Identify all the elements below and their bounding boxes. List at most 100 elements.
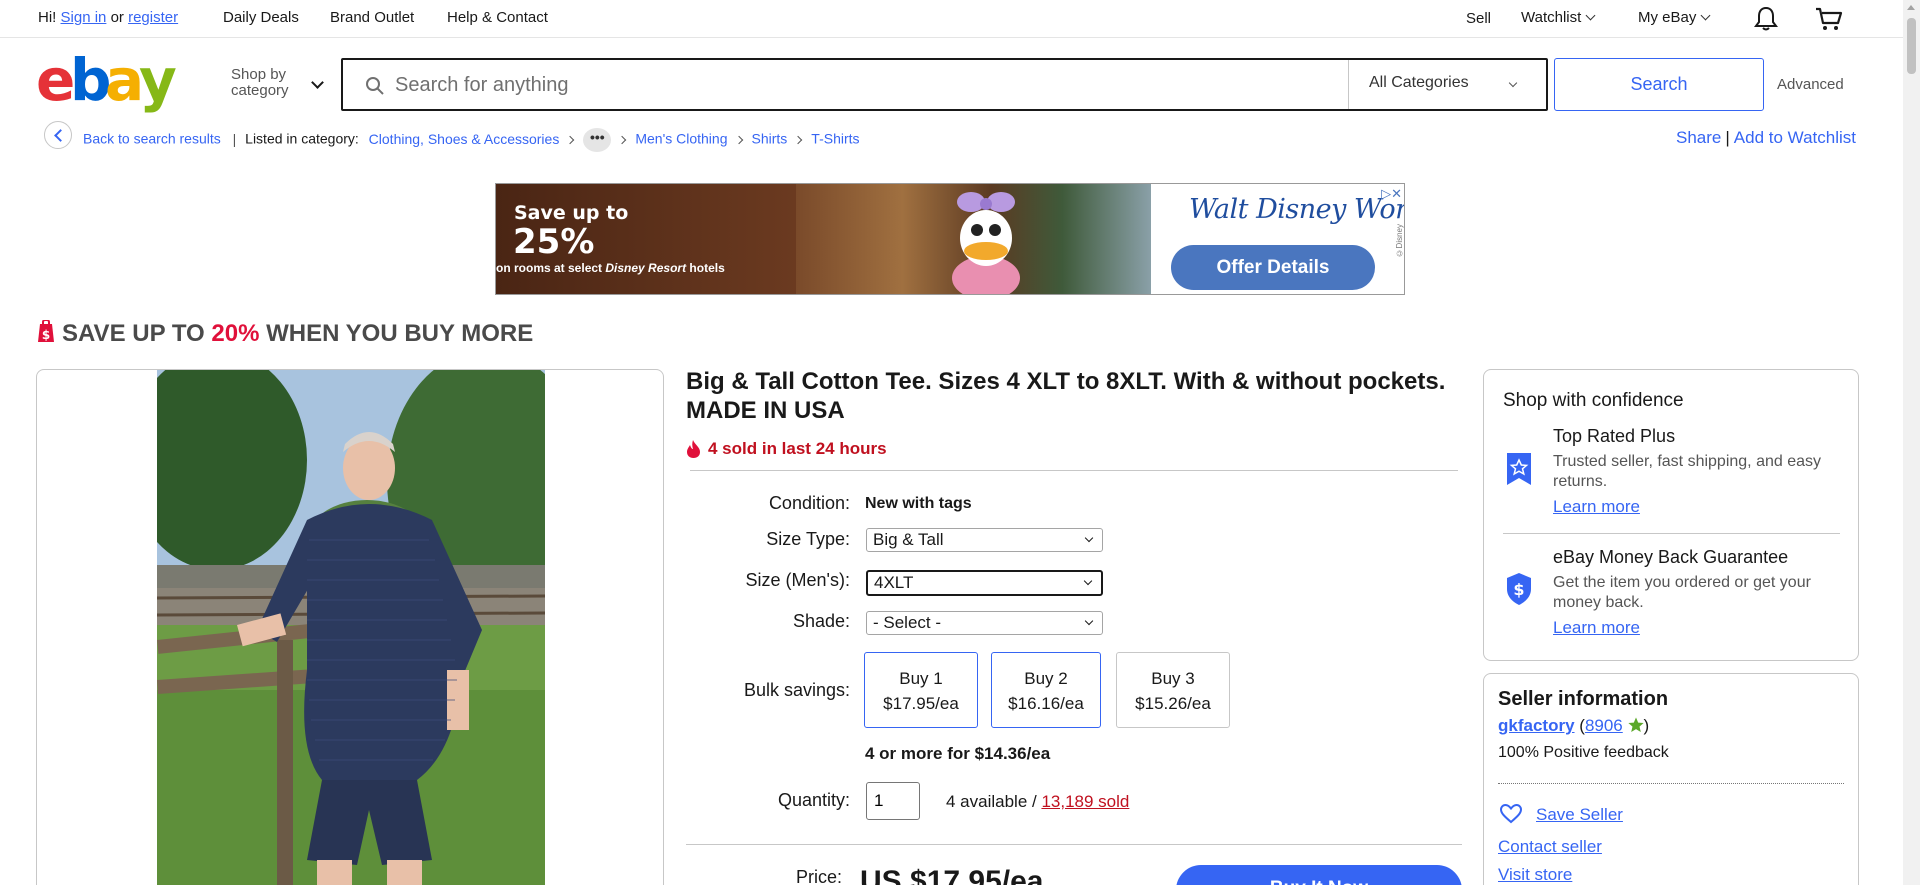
add-to-watchlist-link[interactable]: Add to Watchlist xyxy=(1734,128,1856,147)
save-seller-link[interactable]: Save Seller xyxy=(1536,805,1623,825)
heart-icon[interactable] xyxy=(1500,804,1522,824)
advertisement-banner[interactable]: Save up to 25% on rooms at select Disney… xyxy=(495,183,1405,295)
greeting: Hi! Sign in or register xyxy=(38,9,178,26)
brand-outlet-link[interactable]: Brand Outlet xyxy=(330,9,414,26)
category-select[interactable]: All Categories xyxy=(1348,60,1546,109)
help-contact-link[interactable]: Help & Contact xyxy=(447,9,548,26)
separator: | xyxy=(232,130,237,147)
ad-right-panel: Walt Disney World. Offer Details ▷✕ ©Dis… xyxy=(1151,184,1405,294)
confidence-title: Shop with confidence xyxy=(1503,390,1684,411)
share-link[interactable]: Share xyxy=(1676,128,1721,147)
search-bar: All Categories xyxy=(341,58,1548,111)
share-watchlist-links: Share | Add to Watchlist xyxy=(1676,128,1856,148)
back-to-results-link[interactable]: Back to search results xyxy=(83,131,221,147)
shop-by-category-button[interactable]: Shop by category xyxy=(231,67,289,99)
walt-disney-world-logo: Walt Disney World. xyxy=(1189,194,1405,225)
seller-title: Seller information xyxy=(1498,688,1669,710)
product-photo[interactable] xyxy=(157,370,545,885)
register-link[interactable]: register xyxy=(128,9,178,26)
svg-text:a: a xyxy=(105,52,140,114)
bulk-qty: Buy 2 xyxy=(1024,669,1068,688)
chevron-down-icon xyxy=(1084,533,1094,543)
learn-more-link[interactable]: Learn more xyxy=(1553,618,1640,638)
chevron-down-icon xyxy=(1508,78,1518,88)
back-button[interactable] xyxy=(44,121,72,149)
size-select[interactable]: 4XLT xyxy=(866,570,1103,596)
bulk-price: $17.95/ea xyxy=(883,694,959,713)
dotted-divider xyxy=(1498,783,1844,784)
divider xyxy=(690,470,1458,471)
ad-fine-print-c: hotels xyxy=(686,261,725,275)
shield-dollar-icon: $ xyxy=(1507,573,1531,605)
size-type-value: Big & Tall xyxy=(873,530,944,549)
ad-save-text: Save up to xyxy=(514,202,629,224)
watchlist-menu[interactable]: Watchlist xyxy=(1521,9,1596,26)
sold-count-link[interactable]: 13,189 sold xyxy=(1041,792,1129,811)
price-tag-icon: $ xyxy=(38,320,54,342)
sell-link[interactable]: Sell xyxy=(1466,10,1491,27)
scrollbar-thumb[interactable] xyxy=(1907,18,1916,74)
top-rated-badge-icon xyxy=(1507,453,1531,485)
cart-icon[interactable] xyxy=(1815,6,1843,32)
more-categories-button[interactable]: ••• xyxy=(583,128,612,152)
daily-deals-link[interactable]: Daily Deals xyxy=(223,9,299,26)
bell-icon[interactable] xyxy=(1754,6,1778,32)
promo-percent: 20% xyxy=(211,320,260,347)
recent-sales-badge: 4 sold in last 24 hours xyxy=(686,439,887,459)
money-back-text: Get the item you ordered or get your mon… xyxy=(1553,574,1811,611)
watchlist-label: Watchlist xyxy=(1521,9,1582,26)
divider xyxy=(686,844,1462,845)
contact-seller-link[interactable]: Contact seller xyxy=(1498,837,1602,857)
advanced-search-link[interactable]: Advanced xyxy=(1777,76,1844,93)
shade-label: Shade: xyxy=(792,611,850,631)
buy-it-now-button[interactable]: Buy It Now xyxy=(1176,865,1462,885)
quantity-input[interactable] xyxy=(866,782,920,820)
search-input[interactable] xyxy=(395,72,1295,98)
seller-name-link[interactable]: gkfactory xyxy=(1498,716,1575,735)
ad-fine-print: on rooms at select Disney Resort hotels xyxy=(496,261,725,275)
feedback-score-link[interactable]: 8906 xyxy=(1585,716,1623,735)
my-ebay-menu[interactable]: My eBay xyxy=(1638,9,1711,26)
product-image-panel[interactable] xyxy=(36,369,664,885)
shade-value: - Select - xyxy=(873,613,942,632)
condition-label: Condition: xyxy=(768,493,850,513)
offer-details-button[interactable]: Offer Details xyxy=(1171,245,1375,290)
sign-in-link[interactable]: Sign in xyxy=(61,9,107,26)
chevron-down-icon[interactable] xyxy=(311,76,324,89)
breadcrumb-item-t-shirts[interactable]: T-Shirts xyxy=(811,131,859,147)
or-text: or xyxy=(110,9,124,26)
paren-close: ) xyxy=(1643,716,1650,735)
bulk-option-buy-1[interactable]: Buy 1 $17.95/ea xyxy=(864,652,978,728)
bulk-price: $15.26/ea xyxy=(1135,694,1211,713)
bulk-qty: Buy 3 xyxy=(1151,669,1195,688)
availability: 4 available / 13,189 sold xyxy=(946,792,1129,812)
recent-sales-text: 4 sold in last 24 hours xyxy=(708,439,887,458)
page-scrollbar[interactable] xyxy=(1903,0,1920,885)
visit-store-link[interactable]: Visit store xyxy=(1498,865,1572,885)
svg-text:b: b xyxy=(70,52,109,114)
size-type-select[interactable]: Big & Tall xyxy=(866,528,1103,552)
search-button[interactable]: Search xyxy=(1554,58,1764,111)
chevron-right-icon xyxy=(734,135,743,144)
breadcrumb-item-shirts[interactable]: Shirts xyxy=(752,131,788,147)
seller-information-panel: Seller information gkfactory (8906 ) 100… xyxy=(1483,673,1859,885)
scroll-up-arrow-icon[interactable] xyxy=(1907,5,1915,10)
bulk-option-buy-3[interactable]: Buy 3 $15.26/ea xyxy=(1116,652,1230,728)
divider xyxy=(1503,533,1840,534)
shop-by-line2: category xyxy=(231,82,289,99)
promo-pre: SAVE UP TO xyxy=(62,320,212,347)
daisy-duck-image xyxy=(952,192,1020,294)
condition-value: New with tags xyxy=(865,495,972,512)
shade-select[interactable]: - Select - xyxy=(866,611,1103,635)
adchoices-icon[interactable]: ▷✕ xyxy=(1381,186,1402,202)
shop-with-confidence-panel: Shop with confidence Top Rated Plus Trus… xyxy=(1483,369,1859,661)
breadcrumb-item-clothing[interactable]: Clothing, Shoes & Accessories xyxy=(369,131,560,147)
ebay-logo[interactable]: e b a y xyxy=(36,52,186,114)
money-back-heading: eBay Money Back Guarantee xyxy=(1553,547,1789,567)
promo-post: WHEN YOU BUY MORE xyxy=(259,320,534,347)
learn-more-link[interactable]: Learn more xyxy=(1553,497,1640,517)
chevron-down-icon xyxy=(1700,10,1711,21)
breadcrumb-item-mens-clothing[interactable]: Men's Clothing xyxy=(635,131,727,147)
bulk-option-buy-2[interactable]: Buy 2 $16.16/ea xyxy=(991,652,1101,728)
top-navigation: Hi! Sign in or register Daily Deals Bran… xyxy=(0,0,1904,38)
